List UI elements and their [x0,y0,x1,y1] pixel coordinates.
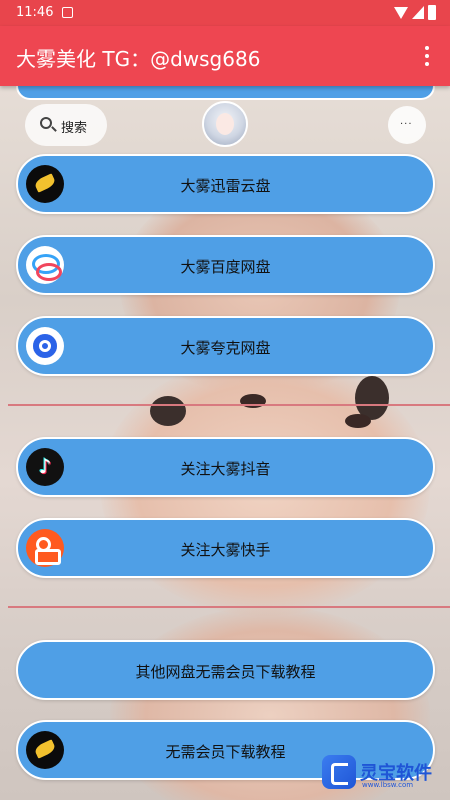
search-button[interactable]: 搜索 [25,104,107,146]
battery-icon [428,5,436,20]
app-title: 大雾美化 TG：@dwsg686 [16,47,261,71]
follow-douyin-button[interactable]: 关注大雾抖音 [16,437,435,497]
scrolled-button-edge [16,86,435,100]
search-label: 搜索 [61,121,88,136]
button-label: 关注大雾抖音 [180,460,271,478]
signal-icon [412,6,424,19]
other-netdisk-tutorial-button[interactable]: 其他网盘无需会员下载教程 [16,640,435,700]
watermark-logo: 灵宝软件 www.lbsw.com [322,752,442,792]
follow-kuaishou-button[interactable]: 关注大雾快手 [16,518,435,578]
wifi-icon [394,7,408,19]
button-label: 其他网盘无需会员下载教程 [135,663,316,681]
watermark-icon [322,755,356,789]
baidu-netdisk-button[interactable]: 大雾百度网盘 [16,235,435,295]
button-label: 大雾夸克网盘 [180,339,271,357]
more-button[interactable]: ··· [388,106,426,144]
button-label: 大雾百度网盘 [180,258,271,276]
button-label: 大雾迅雷云盘 [180,177,271,195]
watermark-sub: www.lbsw.com [362,781,414,789]
app-bar: 大雾美化 TG：@dwsg686 [0,26,450,86]
overflow-menu-icon[interactable] [420,44,434,68]
avatar[interactable] [202,101,248,147]
notification-icon [62,7,73,18]
quark-netdisk-button[interactable]: 大雾夸克网盘 [16,316,435,376]
thunder-cloud-button[interactable]: 大雾迅雷云盘 [16,154,435,214]
search-icon [40,117,52,129]
button-label: 关注大雾快手 [180,541,271,559]
status-time: 11:46 [16,5,54,20]
status-bar: 11:46 [0,0,450,26]
more-dots-icon: ··· [400,119,413,130]
